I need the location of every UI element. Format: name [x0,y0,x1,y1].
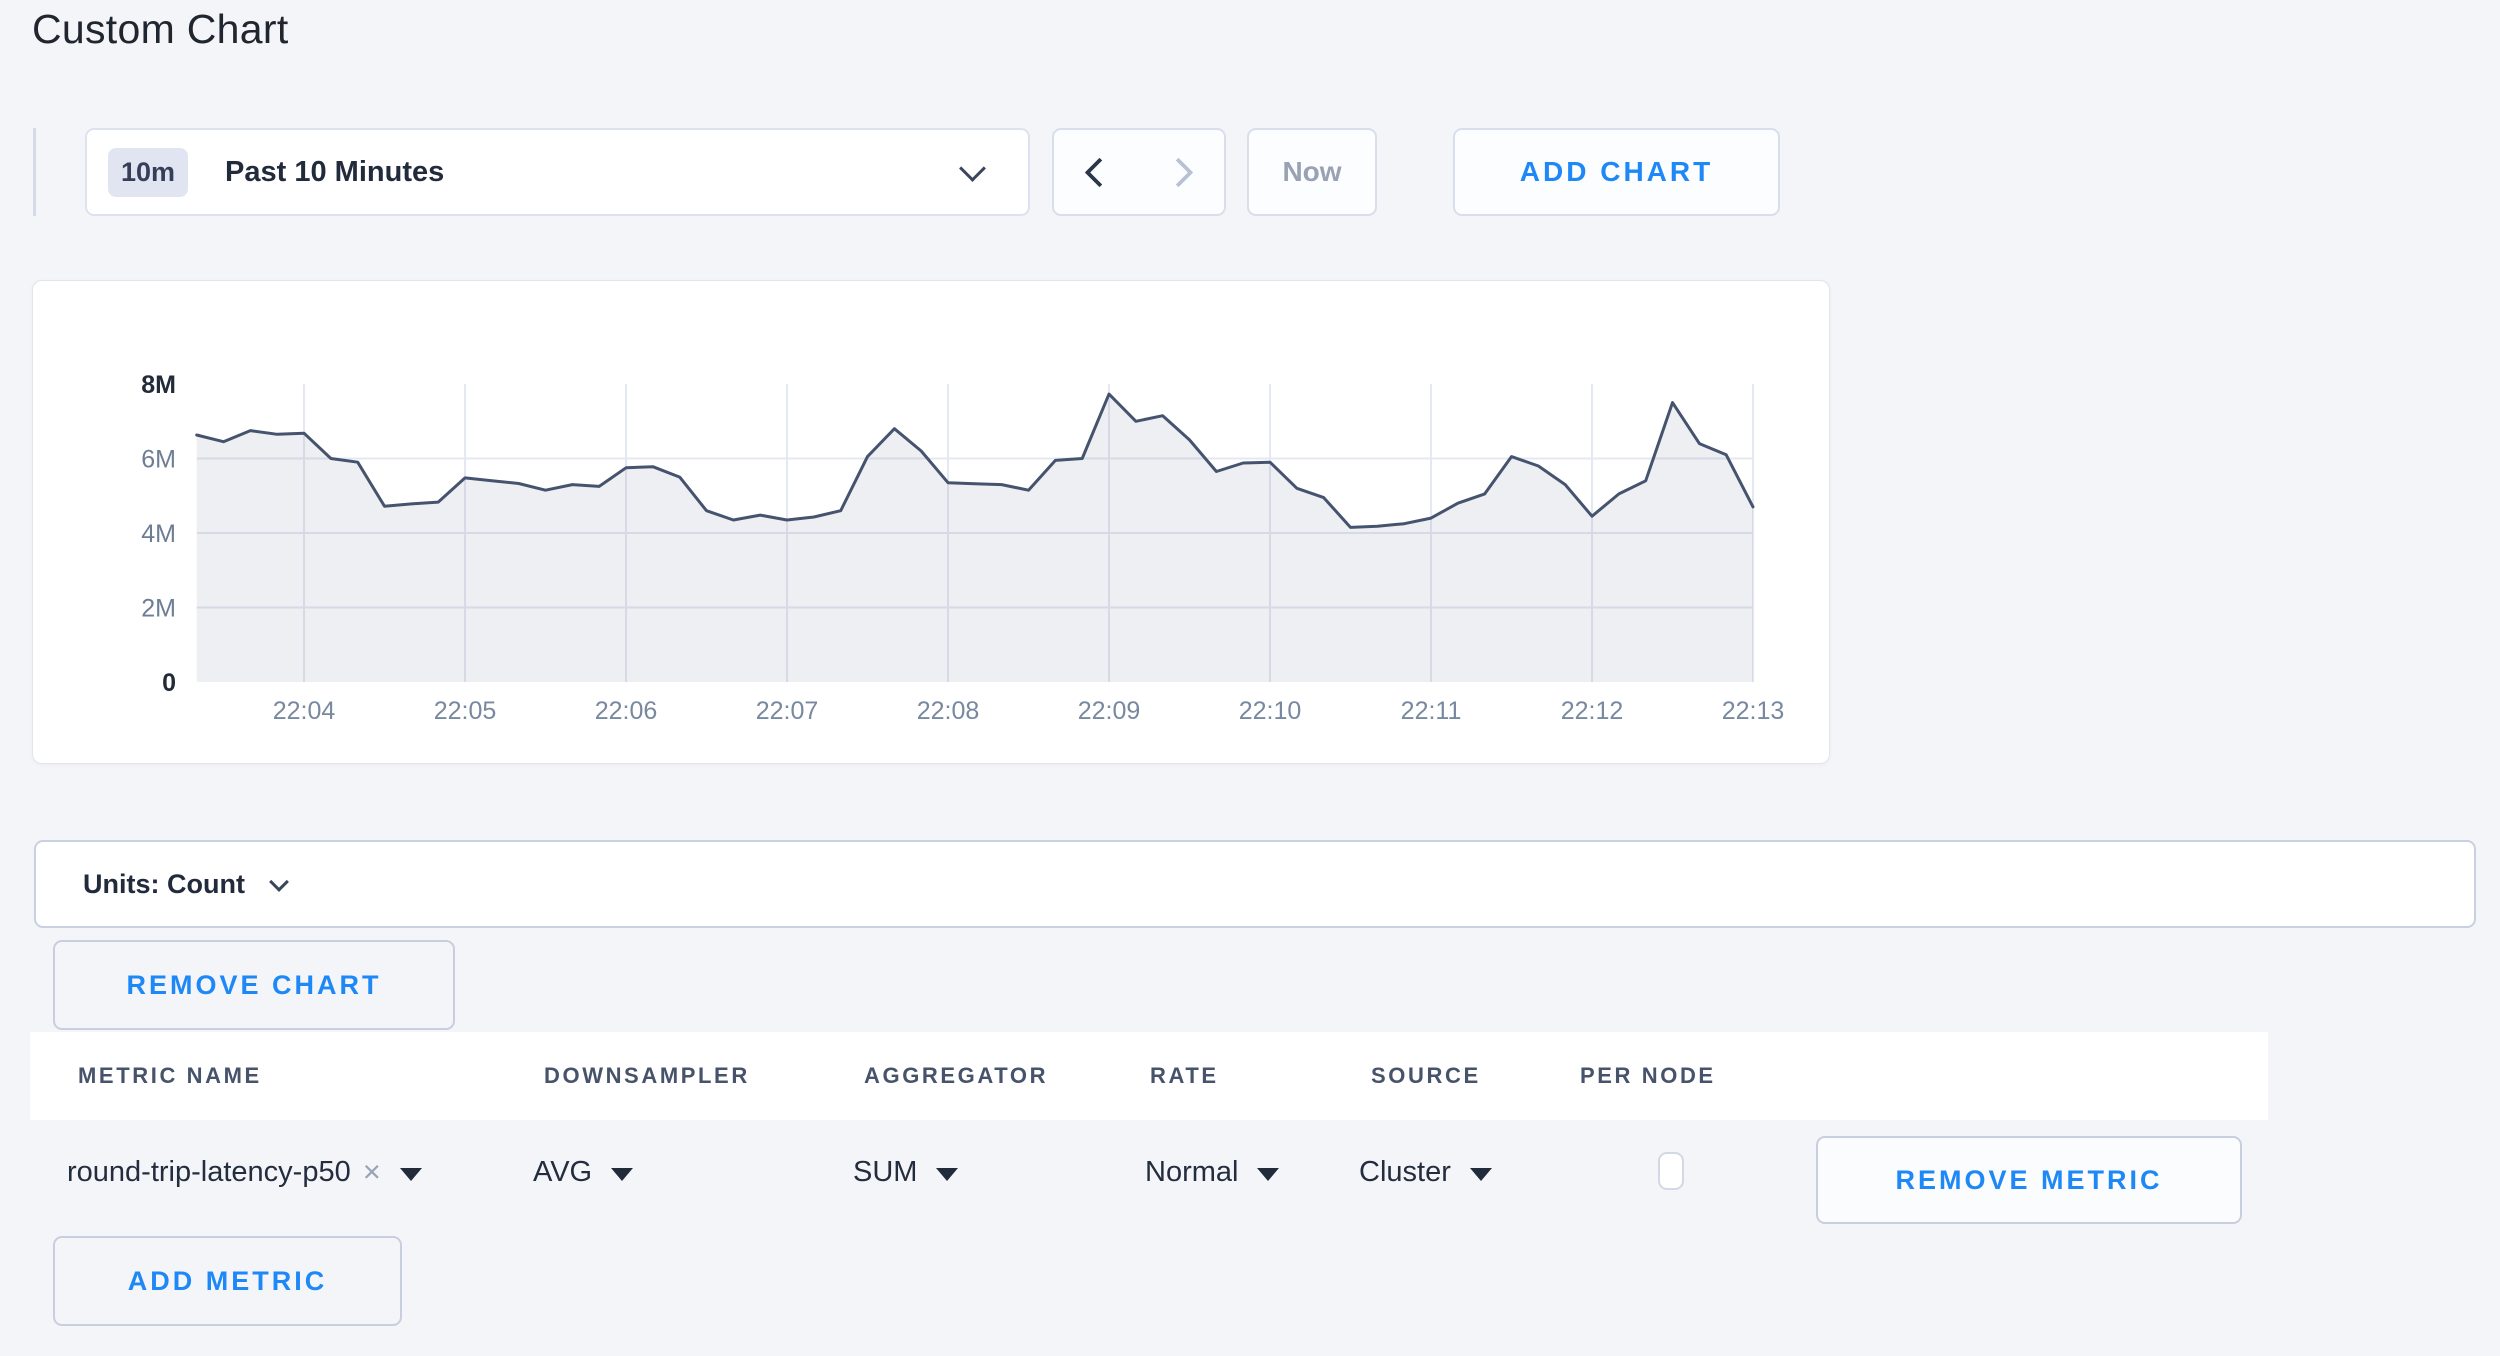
per-node-checkbox[interactable] [1658,1152,1684,1190]
svg-text:22:11: 22:11 [1401,697,1462,725]
aggregator-select[interactable]: SUM [853,1144,958,1200]
close-icon[interactable]: × [363,1154,381,1190]
svg-text:22:10: 22:10 [1239,697,1302,725]
rate-select[interactable]: Normal [1145,1144,1279,1200]
now-button[interactable]: Now [1247,128,1377,216]
downsampler-select[interactable]: AVG [533,1144,633,1200]
metrics-table-header: METRIC NAME DOWNSAMPLER AGGREGATOR RATE … [30,1032,2268,1120]
downsampler-value: AVG [533,1156,592,1189]
add-chart-button[interactable]: ADD CHART [1453,128,1780,216]
caret-down-icon [1257,1168,1279,1181]
time-range-badge: 10m [108,148,188,197]
timeseries-chart: 22:04 22:05 22:06 22:07 22:08 22:09 22:10 22:11… [33,281,1829,763]
page-title: Custom Chart [32,6,289,53]
metric-name-select[interactable]: round-trip-latency-p50 × [67,1144,422,1200]
caret-down-icon [400,1168,422,1181]
add-metric-button[interactable]: ADD METRIC [53,1236,402,1326]
column-header-downsampler: DOWNSAMPLER [544,1063,750,1089]
source-select[interactable]: Cluster [1359,1144,1492,1200]
units-selector-label: Units: Count [83,869,245,900]
time-range-label: Past 10 Minutes [225,156,444,189]
aggregator-value: SUM [853,1156,917,1189]
caret-down-icon [1470,1168,1492,1181]
chevron-down-icon [959,155,986,182]
svg-text:6M: 6M [141,446,176,474]
svg-text:22:04: 22:04 [273,697,336,725]
time-range-select[interactable]: 10m Past 10 Minutes [85,128,1030,216]
svg-text:22:12: 22:12 [1561,697,1624,725]
remove-chart-button[interactable]: REMOVE CHART [53,940,455,1030]
column-header-aggregator: AGGREGATOR [864,1063,1048,1089]
column-header-metric-name: METRIC NAME [78,1063,262,1089]
chevron-right-icon [1164,157,1194,187]
column-header-source: SOURCE [1371,1063,1481,1089]
chevron-down-icon [269,872,289,892]
rate-value: Normal [1145,1156,1238,1189]
units-selector[interactable]: Units: Count [34,840,2476,928]
column-header-per-node: PER NODE [1580,1063,1716,1089]
time-forward-button[interactable] [1139,128,1226,216]
svg-text:22:06: 22:06 [595,697,658,725]
time-back-button[interactable] [1052,128,1141,216]
caret-down-icon [936,1168,958,1181]
svg-text:22:13: 22:13 [1722,697,1785,725]
time-pager [1052,128,1226,216]
svg-text:2M: 2M [141,595,176,623]
source-value: Cluster [1359,1156,1451,1189]
toolbar-accent-bar [33,128,36,216]
svg-text:22:09: 22:09 [1078,697,1141,725]
caret-down-icon [611,1168,633,1181]
svg-text:22:08: 22:08 [917,697,980,725]
metric-name-value: round-trip-latency-p50 [67,1156,351,1189]
chart-card: 22:04 22:05 22:06 22:07 22:08 22:09 22:10 22:11… [32,280,1830,764]
svg-text:22:07: 22:07 [756,697,819,725]
svg-text:8M: 8M [141,371,176,399]
column-header-rate: RATE [1150,1063,1219,1089]
svg-text:0: 0 [162,669,176,697]
chevron-left-icon [1085,157,1115,187]
svg-text:22:05: 22:05 [434,697,497,725]
svg-text:4M: 4M [141,520,176,548]
remove-metric-button[interactable]: REMOVE METRIC [1816,1136,2242,1224]
custom-chart-page: Custom Chart 10m Past 10 Minutes Now ADD… [0,0,2500,1356]
